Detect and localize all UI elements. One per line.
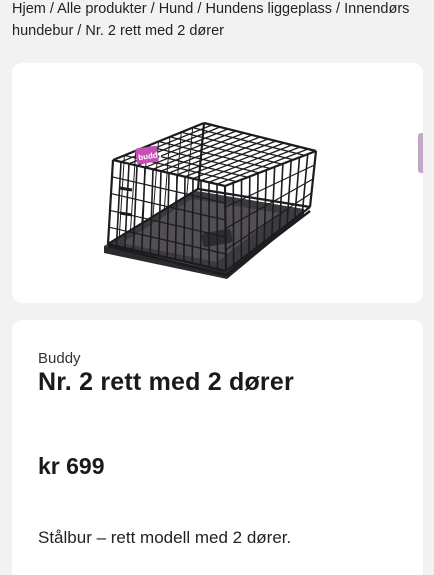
breadcrumb-link-dog[interactable]: Hund [159, 1, 194, 17]
breadcrumb-separator: / [193, 1, 206, 17]
breadcrumb-separator: / [45, 1, 58, 17]
breadcrumb-separator: / [73, 23, 86, 39]
breadcrumb-separator: / [332, 1, 345, 17]
breadcrumb-link-all-products[interactable]: Alle produkter [57, 1, 146, 17]
breadcrumb: Hjem / Alle produkter / Hund / Hundens l… [12, 0, 427, 42]
product-page: Hjem / Alle produkter / Hund / Hundens l… [0, 0, 434, 575]
breadcrumb-link-home[interactable]: Hjem [12, 1, 46, 17]
image-scroll-indicator [418, 133, 423, 173]
dog-crate-image: buddy [104, 121, 318, 279]
breadcrumb-current: Nr. 2 rett med 2 dører [85, 23, 224, 39]
product-brand[interactable]: Buddy [38, 350, 81, 367]
product-image-card[interactable]: buddy [12, 63, 423, 303]
breadcrumb-link-dog-bed[interactable]: Hundens liggeplass [205, 1, 332, 17]
product-price: kr 699 [38, 453, 105, 479]
product-title: Nr. 2 rett med 2 dører [38, 368, 294, 396]
breadcrumb-separator: / [146, 1, 159, 17]
product-info-card: Buddy Nr. 2 rett med 2 dører kr 699 Stål… [12, 320, 423, 575]
product-description: Stålbur – rett modell med 2 dører. [38, 528, 292, 547]
